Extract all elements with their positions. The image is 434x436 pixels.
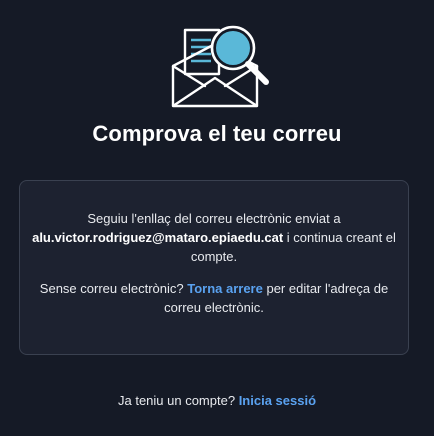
page-title: Comprova el teu correu (92, 121, 342, 146)
no-email-text: Sense correu electrònic? Torna arrere pe… (30, 279, 398, 317)
back-link[interactable]: Torna arrere (187, 281, 263, 296)
signin-prompt-text: Ja teniu un compte? (117, 393, 239, 408)
instructions-prefix: Seguiu l'enllaç del correu electrònic en… (87, 211, 341, 226)
email-address: alu.victor.rodriguez@mataro.epiaedu.cat (32, 230, 284, 245)
signin-prompt: Ja teniu un compte? Inicia sessió (0, 393, 434, 408)
mail-search-icon (165, 20, 277, 112)
signin-link[interactable]: Inicia sessió (239, 393, 316, 408)
no-email-prefix: Sense correu electrònic? (39, 281, 188, 296)
instructions-text: Seguiu l'enllaç del correu electrònic en… (30, 209, 398, 266)
instructions-card: Seguiu l'enllaç del correu electrònic en… (19, 180, 409, 355)
verify-email-page: Comprova el teu correu Seguiu l'enllaç d… (0, 0, 434, 436)
